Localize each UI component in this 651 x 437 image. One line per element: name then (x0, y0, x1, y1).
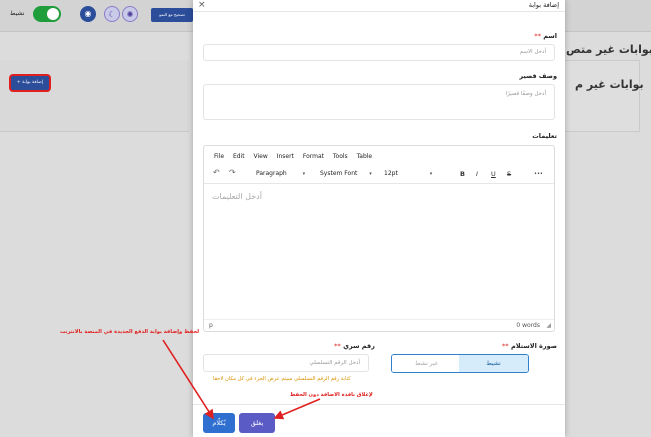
status-active-option[interactable]: نشيط (459, 355, 528, 372)
serial-label: ** رقم سري (333, 342, 375, 350)
name-label: ** اسم (533, 32, 557, 40)
block-format-value: Paragraph (256, 170, 287, 177)
editor-placeholder: أدخل التعليمات (212, 192, 262, 201)
resize-grip-icon[interactable]: ◢ (546, 322, 551, 329)
menu-edit[interactable]: Edit (233, 153, 245, 160)
sun-icon[interactable]: ✺ (122, 6, 138, 22)
font-size-value: 12pt (384, 170, 398, 177)
menu-table[interactable]: Table (357, 153, 373, 160)
editor-menubar: File Edit View Insert Format Tools Table (214, 153, 379, 160)
page-title: بوابات غير متص (566, 43, 651, 56)
word-count: 0 words (516, 322, 540, 329)
name-placeholder: أدخل الاسم (519, 49, 546, 55)
font-size-select[interactable]: 12pt ▾ (384, 170, 432, 180)
status-label-text: صورة الاستلام (510, 342, 557, 350)
serial-placeholder: أدخل الرقم التسلسلي (309, 360, 360, 366)
chevron-down-icon: ▾ (302, 171, 306, 177)
menu-file[interactable]: File (214, 153, 224, 160)
font-family-select[interactable]: System Font ▾ (320, 170, 372, 180)
more-options-icon[interactable]: ••• (534, 171, 543, 177)
required-mark: ** (334, 342, 341, 350)
block-format-select[interactable]: Paragraph ▾ (256, 170, 305, 180)
short-description-label: وصف قصير (519, 72, 557, 80)
content-card (0, 60, 189, 132)
font-family-value: System Font (320, 170, 358, 177)
undo-icon[interactable]: ↶ (213, 168, 220, 177)
underline-button[interactable]: U (491, 170, 496, 178)
instructions-label: تعليمات (532, 132, 557, 140)
editor-content-area[interactable]: أدخل التعليمات (204, 184, 554, 319)
moon-icon[interactable]: ☾ (104, 6, 120, 22)
name-input[interactable]: أدخل الاسم (203, 44, 555, 61)
save-button[interactable]: يُكلّام (203, 413, 235, 433)
required-mark: ** (534, 32, 542, 40)
required-mark: ** (501, 342, 509, 350)
close-icon[interactable]: × (198, 0, 206, 10)
strikethrough-button[interactable]: S (507, 170, 511, 178)
rich-text-editor: File Edit View Insert Format Tools Table… (203, 145, 555, 332)
serial-help-text: كتابة رقم الرقم التسلسلي سيتم عرض الجزء … (213, 376, 351, 382)
modal-header: × إضافة بوابة (193, 0, 565, 12)
status-toggle[interactable] (33, 6, 61, 22)
add-gateway-modal: × إضافة بوابة ** اسم أدخل الاسم وصف قصير… (193, 0, 565, 437)
italic-button[interactable]: I (476, 170, 478, 178)
menu-view[interactable]: View (254, 153, 268, 160)
serial-input[interactable]: أدخل الرقم التسلسلي (203, 354, 369, 372)
status-inactive-option[interactable]: غير نشط (392, 355, 461, 372)
chevron-down-icon: ▾ (369, 171, 372, 177)
menu-tools[interactable]: Tools (333, 153, 348, 160)
short-description-textarea[interactable]: أدخل وصفًا قصيرًا (203, 84, 555, 120)
bold-button[interactable]: B (460, 170, 465, 178)
status-label: ** صورة الاستلام (501, 342, 557, 350)
top-action-button[interactable]: تصحيح مع النمو (151, 8, 193, 22)
toggle-knob (47, 8, 59, 20)
chevron-down-icon: ▾ (429, 171, 433, 177)
modal-footer: يُكلّام يغلق (193, 404, 565, 437)
menu-insert[interactable]: Insert (277, 153, 294, 160)
redo-icon[interactable]: ↷ (229, 168, 236, 177)
eye-icon[interactable]: ◉ (80, 6, 96, 22)
save-annotation: لحفظ وإضافة بوابة الدفع الجديدة في المنص… (60, 329, 200, 335)
name-label-text: اسم (543, 32, 557, 40)
modal-title: إضافة بوابة (528, 1, 559, 9)
serial-label-text: رقم سري (343, 342, 375, 350)
status-toggle-label: نشيط (10, 10, 25, 17)
card-title: بوابات غير م (575, 78, 644, 91)
close-annotation: لإغلاق نافذة الاضافة دون الحفظ (290, 392, 373, 398)
add-gateway-button[interactable]: + إضافة بوابة (9, 74, 51, 92)
short-description-placeholder: أدخل وصفًا قصيرًا (505, 91, 546, 97)
element-path: p (209, 322, 213, 329)
menu-format[interactable]: Format (303, 153, 324, 160)
close-button[interactable]: يغلق (239, 413, 275, 433)
status-segmented-control: غير نشط نشيط (391, 354, 529, 373)
editor-toolbar: ↶ ↷ Paragraph ▾ System Font ▾ 12pt ▾ B I… (204, 166, 554, 184)
right-card (563, 60, 640, 132)
editor-statusbar: p 0 words ◢ (204, 319, 554, 331)
